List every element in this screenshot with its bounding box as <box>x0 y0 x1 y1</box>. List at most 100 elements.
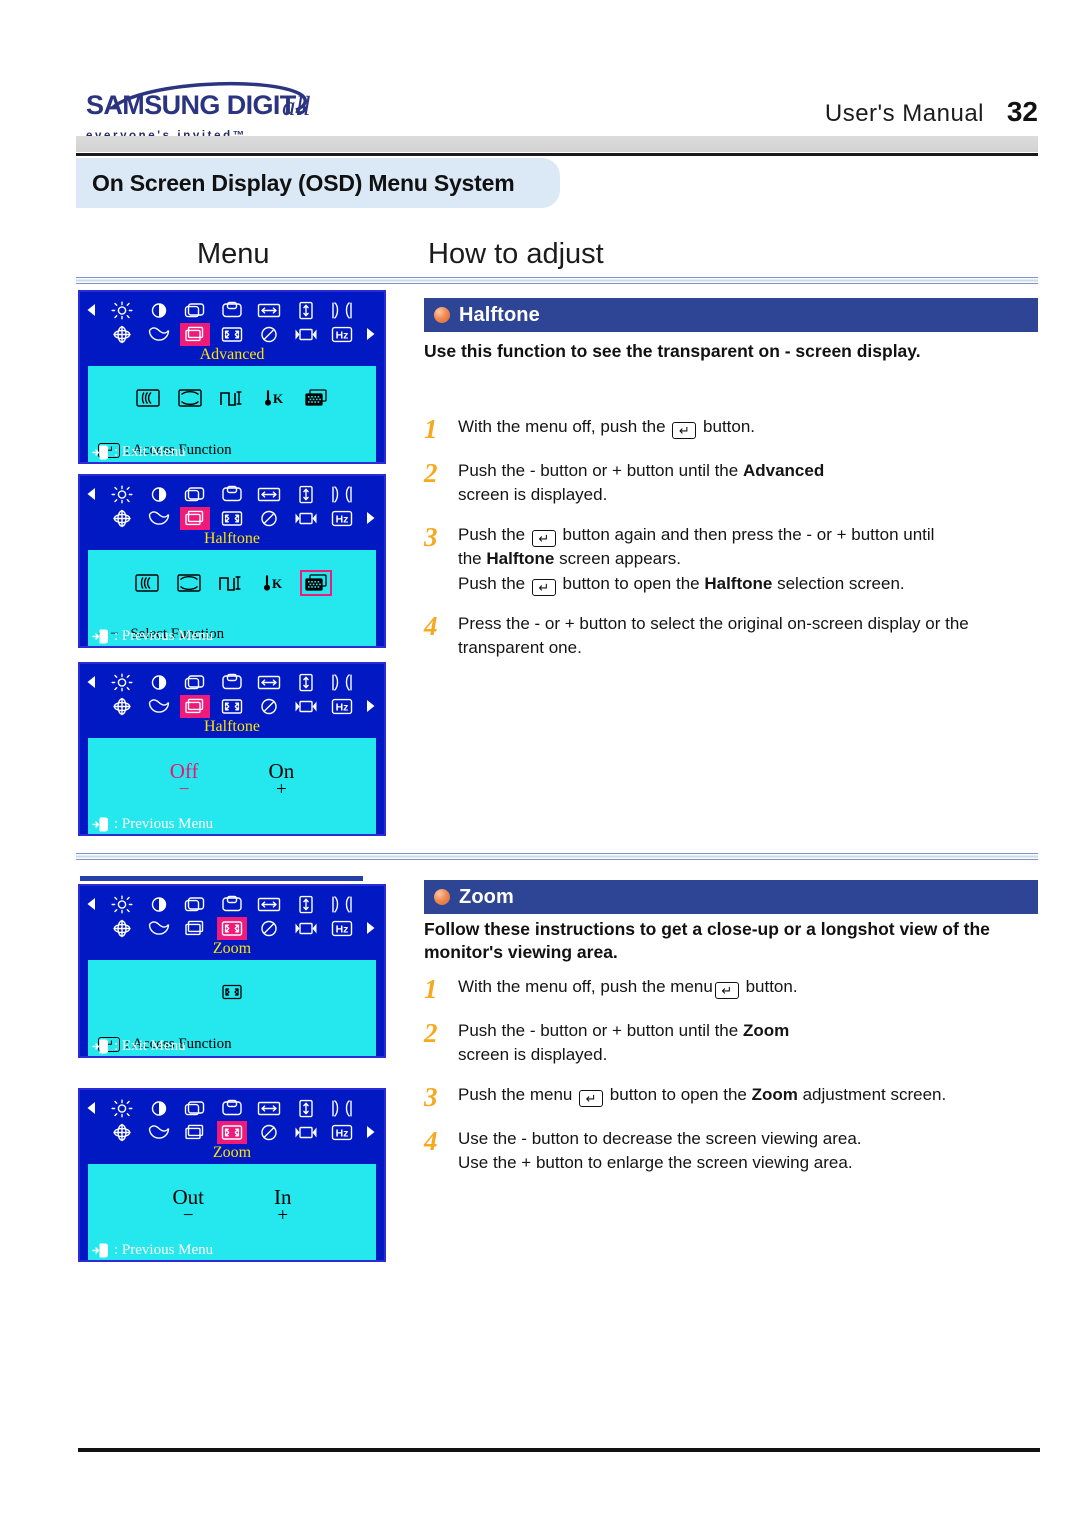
osd-osd-position-icon[interactable] <box>291 917 321 940</box>
arrow-left-icon[interactable] <box>86 675 100 689</box>
osd-zoom-icon[interactable] <box>217 323 247 346</box>
osd-degauss-icon[interactable] <box>254 323 284 346</box>
osd-h-position-icon[interactable] <box>180 1097 210 1120</box>
osd-trapezoid-icon[interactable] <box>144 1121 174 1144</box>
osd-osd-position-icon[interactable] <box>291 695 321 718</box>
osd-pincushion-icon[interactable] <box>327 1097 357 1120</box>
osd-sub-moire-icon[interactable] <box>135 388 161 408</box>
osd-rotation-icon[interactable] <box>107 917 137 940</box>
osd-contrast-icon[interactable] <box>144 893 174 916</box>
osd-advanced-icon[interactable] <box>180 1121 210 1144</box>
osd-sub-moire-icon[interactable] <box>134 573 160 593</box>
osd-rotation-icon[interactable] <box>107 1121 137 1144</box>
osd-rotation-icon[interactable] <box>107 323 137 346</box>
osd-sub-signal-level-icon[interactable] <box>218 573 244 593</box>
osd-h-position-icon[interactable] <box>180 893 210 916</box>
osd-advanced-icon-selected[interactable] <box>180 694 211 718</box>
osd-rotation-icon[interactable] <box>107 695 137 718</box>
step-text: Push the ↵ button again and then press t… <box>458 525 935 596</box>
osd-h-size-icon[interactable] <box>254 1097 284 1120</box>
osd-osd-position-icon[interactable] <box>291 1121 321 1144</box>
osd-v-position-icon[interactable] <box>217 893 247 916</box>
osd-sub-pincushion-balance-icon[interactable] <box>176 573 202 593</box>
osd-brightness-icon[interactable] <box>107 483 137 506</box>
arrow-right-icon[interactable] <box>364 1125 378 1139</box>
osd-h-size-icon[interactable] <box>254 671 284 694</box>
osd-zoom-icon[interactable] <box>217 695 247 718</box>
osd-pincushion-icon[interactable] <box>327 299 357 322</box>
osd-frequency-hz-icon[interactable]: Hz <box>327 1121 357 1144</box>
osd-trapezoid-icon[interactable] <box>144 507 174 530</box>
osd-option-out[interactable]: Out − <box>173 1186 205 1226</box>
osd-degauss-icon[interactable] <box>254 507 284 530</box>
osd-contrast-icon[interactable] <box>144 483 174 506</box>
osd-h-size-icon[interactable] <box>254 893 284 916</box>
osd-brightness-icon[interactable] <box>107 299 137 322</box>
osd-frequency-hz-icon[interactable]: Hz <box>327 323 357 346</box>
osd-rotation-icon[interactable] <box>107 507 137 530</box>
osd-h-size-icon[interactable] <box>254 299 284 322</box>
arrow-right-icon[interactable] <box>364 327 378 341</box>
osd-trapezoid-icon[interactable] <box>144 695 174 718</box>
osd-advanced-icon-selected[interactable] <box>180 322 211 346</box>
osd-sub-color-temperature-icon[interactable]: K <box>261 388 287 408</box>
arrow-left-icon[interactable] <box>86 487 100 501</box>
osd-contrast-icon[interactable] <box>144 299 174 322</box>
arrow-right-icon[interactable] <box>364 699 378 713</box>
osd-v-size-icon[interactable] <box>291 299 321 322</box>
osd-trapezoid-icon[interactable] <box>144 917 174 940</box>
step-number: 2 <box>424 1018 438 1048</box>
osd-frequency-hz-icon[interactable]: Hz <box>327 695 357 718</box>
arrow-left-icon[interactable] <box>86 897 100 911</box>
osd-advanced-icon[interactable] <box>180 917 210 940</box>
osd-sub-signal-level-icon[interactable] <box>219 388 245 408</box>
osd-v-position-icon[interactable] <box>217 671 247 694</box>
osd-v-size-icon[interactable] <box>291 671 321 694</box>
osd-contrast-icon[interactable] <box>144 1097 174 1120</box>
osd-frequency-hz-icon[interactable]: Hz <box>327 917 357 940</box>
osd-sub-pincushion-balance-icon[interactable] <box>177 388 203 408</box>
osd-option-off[interactable]: Off − <box>170 760 199 800</box>
osd-sub-zoom-icon[interactable] <box>219 982 245 1002</box>
osd-h-position-icon[interactable] <box>180 671 210 694</box>
osd-option-in[interactable]: In + <box>274 1186 292 1226</box>
osd-h-position-icon[interactable] <box>180 483 210 506</box>
osd-h-position-icon[interactable] <box>180 299 210 322</box>
osd-frequency-hz-icon[interactable]: Hz <box>327 507 357 530</box>
osd-v-position-icon[interactable] <box>217 1097 247 1120</box>
osd-option-on[interactable]: On + <box>269 760 295 800</box>
osd-osd-position-icon[interactable] <box>291 507 321 530</box>
osd-v-position-icon[interactable] <box>217 483 247 506</box>
section-description-halftone: Use this function to see the transparent… <box>424 341 921 361</box>
osd-pincushion-icon[interactable] <box>327 483 357 506</box>
osd-trapezoid-icon[interactable] <box>144 323 174 346</box>
osd-degauss-icon[interactable] <box>254 695 284 718</box>
osd-sub-halftone-icon[interactable] <box>303 388 329 408</box>
osd-pincushion-icon[interactable] <box>327 671 357 694</box>
osd-sub-halftone-icon-selected[interactable] <box>300 569 332 596</box>
osd-zoom-icon[interactable] <box>217 507 247 530</box>
arrow-right-icon[interactable] <box>364 921 378 935</box>
step-number: 1 <box>424 974 438 1004</box>
osd-h-size-icon[interactable] <box>254 483 284 506</box>
osd-option-sign: − <box>182 1204 194 1226</box>
osd-v-size-icon[interactable] <box>291 483 321 506</box>
osd-v-position-icon[interactable] <box>217 299 247 322</box>
osd-contrast-icon[interactable] <box>144 671 174 694</box>
osd-v-size-icon[interactable] <box>291 1097 321 1120</box>
arrow-left-icon[interactable] <box>86 303 100 317</box>
osd-v-size-icon[interactable] <box>291 893 321 916</box>
osd-advanced-icon-selected[interactable] <box>180 506 211 530</box>
osd-brightness-icon[interactable] <box>107 893 137 916</box>
osd-brightness-icon[interactable] <box>107 671 137 694</box>
osd-degauss-icon[interactable] <box>254 1121 284 1144</box>
osd-osd-position-icon[interactable] <box>291 323 321 346</box>
osd-brightness-icon[interactable] <box>107 1097 137 1120</box>
osd-pincushion-icon[interactable] <box>327 893 357 916</box>
osd-zoom-icon-selected[interactable] <box>217 916 247 940</box>
osd-degauss-icon[interactable] <box>254 917 284 940</box>
osd-zoom-icon-selected[interactable] <box>217 1120 247 1144</box>
osd-sub-color-temperature-icon[interactable]: K <box>260 573 286 593</box>
arrow-left-icon[interactable] <box>86 1101 100 1115</box>
arrow-right-icon[interactable] <box>364 511 378 525</box>
